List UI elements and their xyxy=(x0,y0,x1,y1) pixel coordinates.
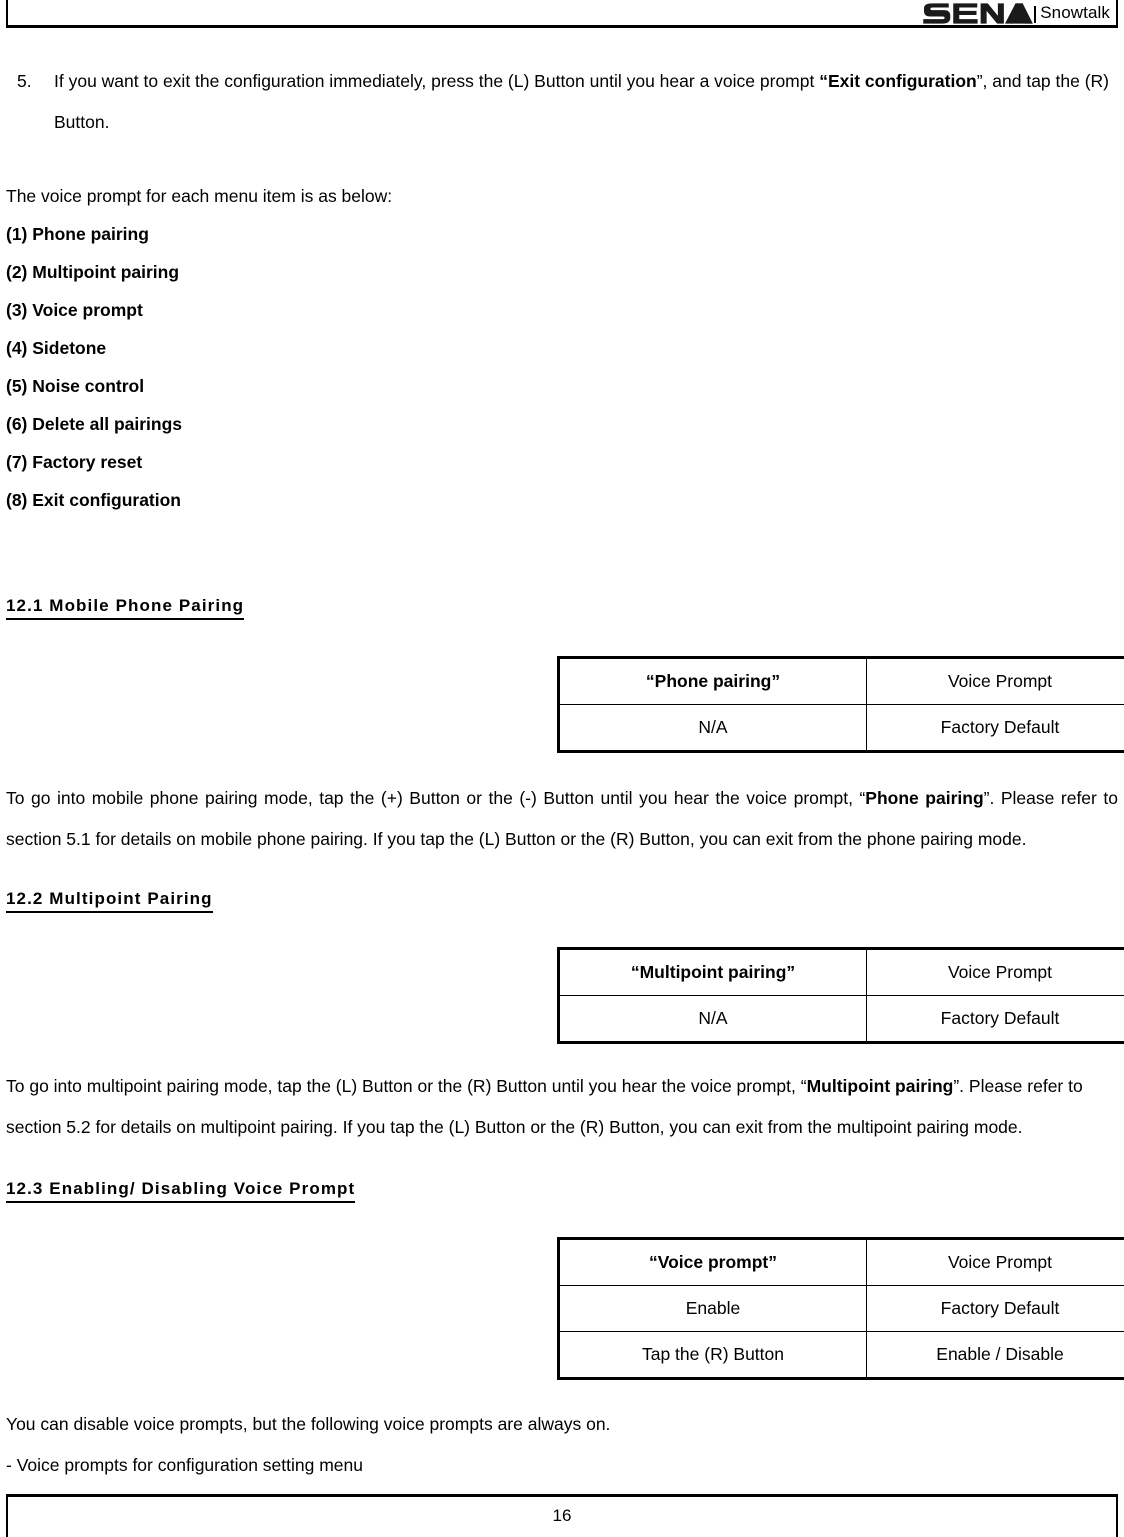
step-quote-bold: “Exit configuration xyxy=(819,71,977,91)
page-number: 16 xyxy=(552,1506,572,1525)
paragraph-bold-1: Phone pairing xyxy=(865,788,984,808)
table-cell-value: Voice Prompt xyxy=(866,948,1124,996)
table-row: Tap the (R) Button Enable / Disable xyxy=(558,1331,1124,1379)
table-row: “Voice prompt” Voice Prompt xyxy=(558,1238,1124,1286)
section-12-1: 12.1 Mobile Phone Pairing xyxy=(6,595,1118,620)
table-row: “Phone pairing” Voice Prompt xyxy=(558,657,1124,705)
list-item: (5) Noise control xyxy=(6,376,145,396)
table-row: N/A Factory Default xyxy=(558,704,1124,752)
paragraph-bold-1: Multipoint pairing xyxy=(806,1076,954,1096)
section-heading: 12.2 Multipoint Pairing xyxy=(6,888,213,913)
brand-name: Snowtalk xyxy=(1040,3,1110,22)
spec-table-phone-pairing: “Phone pairing” Voice Prompt N/A Factory… xyxy=(557,656,1124,753)
table-cell-value: Voice Prompt xyxy=(866,1238,1124,1286)
table-cell-value: Enable / Disable xyxy=(866,1331,1124,1379)
list-item: (3) Voice prompt xyxy=(6,300,143,320)
spec-table-voice-prompt: “Voice prompt” Voice Prompt Enable Facto… xyxy=(557,1237,1124,1380)
page-header: Snowtalk xyxy=(6,0,1118,28)
table-row: Enable Factory Default xyxy=(558,1285,1124,1332)
spec-table-multipoint-pairing: “Multipoint pairing” Voice Prompt N/A Fa… xyxy=(557,947,1124,1044)
table-cell-label: N/A xyxy=(558,704,867,752)
list-item: (7) Factory reset xyxy=(6,452,143,472)
header-brand: Snowtalk xyxy=(921,1,1110,25)
section-heading: 12.3 Enabling/ Disabling Voice Prompt xyxy=(6,1178,356,1203)
sena-wordmark-logo xyxy=(922,2,1033,24)
table-cell-label: “Multipoint pairing” xyxy=(558,948,867,996)
table-cell-value: Voice Prompt xyxy=(866,657,1124,705)
step-text-before: If you want to exit the configuration im… xyxy=(54,71,820,91)
section-heading: 12.1 Mobile Phone Pairing xyxy=(6,595,245,620)
table-cell-label: Tap the (R) Button xyxy=(558,1331,867,1379)
note-line-2: - Voice prompts for configuration settin… xyxy=(6,1455,363,1475)
table-cell-value: Factory Default xyxy=(866,1285,1124,1332)
list-item: (1) Phone pairing xyxy=(6,224,149,244)
section-12-2: 12.2 Multipoint Pairing xyxy=(6,888,1118,913)
list-item: (8) Exit configuration xyxy=(6,490,181,510)
list-item: (6) Delete all pairings xyxy=(6,414,183,434)
step-text: If you want to exit the configuration im… xyxy=(54,61,1118,143)
list-item: (4) Sidetone xyxy=(6,338,107,358)
numbered-step-5: 5. If you want to exit the configuration… xyxy=(6,61,1118,143)
brand-divider xyxy=(1034,5,1037,23)
paragraph-part-1: To go into mobile phone pairing mode, ta… xyxy=(6,788,866,808)
voice-prompt-menu-list: (1) Phone pairing (2) Multipoint pairing… xyxy=(6,215,1118,519)
table-row: N/A Factory Default xyxy=(558,995,1124,1043)
table-cell-label: “Phone pairing” xyxy=(558,657,867,705)
table-cell-label: N/A xyxy=(558,995,867,1043)
spec-table-wrapper-2: “Multipoint pairing” Voice Prompt N/A Fa… xyxy=(6,947,1124,1044)
paragraph-part-1: To go into multipoint pairing mode, tap … xyxy=(6,1076,807,1096)
step-number: 5. xyxy=(17,71,32,91)
list-item: (2) Multipoint pairing xyxy=(6,262,180,282)
paragraph-12-2: To go into multipoint pairing mode, tap … xyxy=(6,1066,1118,1148)
table-cell-value: Factory Default xyxy=(866,995,1124,1043)
spec-table-wrapper-3: “Voice prompt” Voice Prompt Enable Facto… xyxy=(6,1237,1124,1380)
spec-table-wrapper-1: “Phone pairing” Voice Prompt N/A Factory… xyxy=(6,656,1124,753)
intro-line: The voice prompt for each menu item is a… xyxy=(6,186,393,206)
table-cell-label: Enable xyxy=(558,1285,867,1332)
section-12-3: 12.3 Enabling/ Disabling Voice Prompt xyxy=(6,1178,1118,1203)
table-row: “Multipoint pairing” Voice Prompt xyxy=(558,948,1124,996)
paragraph-12-1: To go into mobile phone pairing mode, ta… xyxy=(6,778,1118,860)
page-footer: 16 xyxy=(6,1494,1118,1537)
page-content: 5. If you want to exit the configuration… xyxy=(6,28,1124,1486)
table-cell-label: “Voice prompt” xyxy=(558,1238,867,1286)
table-cell-value: Factory Default xyxy=(866,704,1124,752)
note-line-1: You can disable voice prompts, but the f… xyxy=(6,1414,611,1434)
